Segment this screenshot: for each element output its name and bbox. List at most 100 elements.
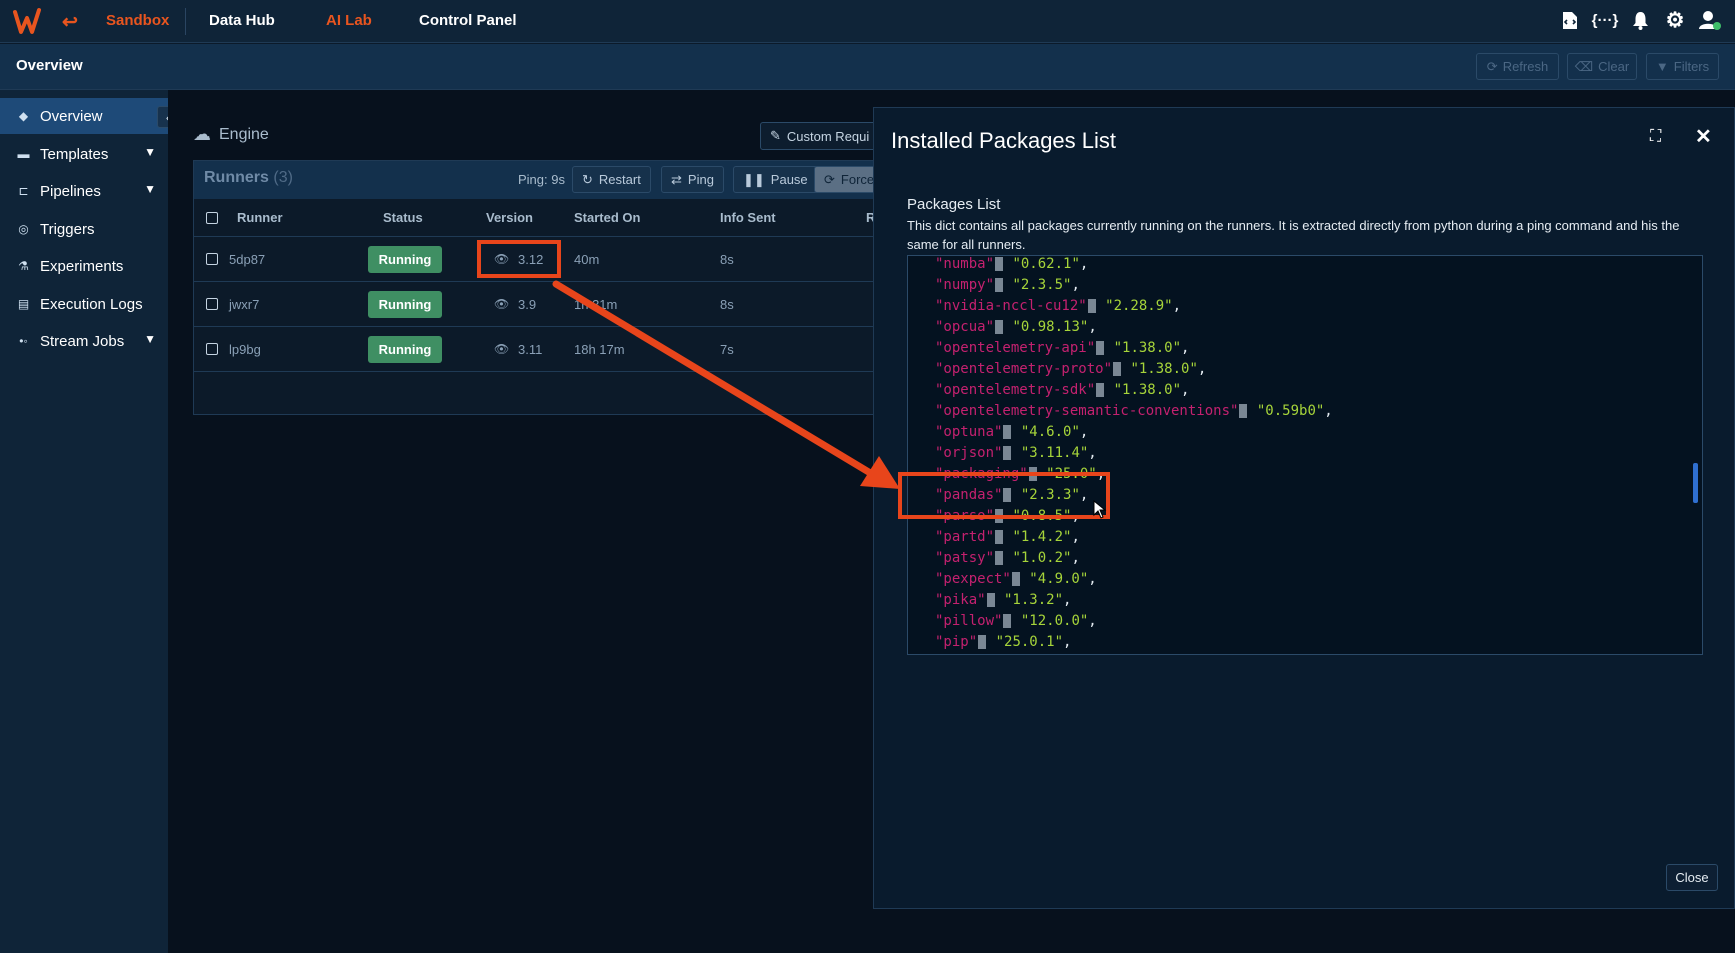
package-name: "orjson" [935,445,1003,461]
runner-id: 5dp87 [229,252,266,267]
package-line: "opentelemetry-proto" "1.38.0", [935,361,1207,377]
colon-separator [1003,425,1012,439]
package-name: "opentelemetry-proto" [935,361,1113,377]
templates-icon: ▬ [17,147,30,161]
back-icon[interactable]: ↩ [62,11,78,34]
app-logo[interactable] [12,6,44,36]
package-version: "1.38.0" [1105,340,1182,356]
colon-separator [995,320,1004,334]
filters-button[interactable]: ▼ Filters [1646,53,1719,80]
sidebar-item-stream-jobs[interactable]: •◦ Stream Jobs ▼ [0,323,168,359]
column-version[interactable]: Version [486,210,533,225]
custom-requirements-button[interactable]: ✎ Custom Requi [760,122,880,150]
package-version: "2.3.5" [1004,277,1072,293]
chevron-down-icon: ▼ [144,145,156,159]
restart-icon: ↻ [582,171,593,187]
package-name: "opentelemetry-api" [935,340,1096,356]
package-line: "opentelemetry-semantic-conventions" "0.… [935,403,1333,419]
fullscreen-icon[interactable]: ⛶ [1650,128,1661,146]
package-name: "optuna" [935,424,1003,440]
refresh-icon: ⟳ [1486,58,1498,74]
column-info-sent[interactable]: Info Sent [720,210,776,225]
eye-icon[interactable]: 👁 [494,297,509,311]
package-version: "0.62.1" [1004,256,1080,272]
package-line: "opentelemetry-api" "1.38.0", [935,340,1190,356]
select-all-checkbox[interactable] [206,212,218,224]
row-checkbox[interactable] [206,298,218,310]
package-name: "nvidia-nccl-cu12" [935,298,1087,314]
package-line: "patsy" "1.0.2", [935,550,1080,566]
close-icon[interactable]: ✕ [1695,124,1712,149]
status-badge: Running [368,336,442,363]
stream-icon: •◦ [19,334,28,348]
package-line: "numba" "0.62.1", [935,256,1089,272]
user-icon[interactable] [1699,9,1721,31]
scrollbar-thumb[interactable] [1693,463,1698,503]
sidebar-item-execution-logs[interactable]: ▤ Execution Logs [0,286,168,322]
engine-header: ☁ Engine [193,124,269,144]
colon-separator [995,278,1004,292]
info-sent: 8s [720,252,734,267]
package-version: "2.28.9" [1096,298,1173,314]
logs-icon: ▤ [17,297,30,311]
colon-separator [1113,362,1122,376]
chevron-down-icon: ▼ [144,182,156,196]
close-button[interactable]: Close [1666,864,1718,891]
ping-interval: Ping: 9s [518,172,565,187]
row-checkbox[interactable] [206,343,218,355]
ping-button[interactable]: ⇄ Ping [661,166,724,193]
sidebar-item-experiments[interactable]: ⚗ Experiments [0,248,168,284]
nav-data-hub[interactable]: Data Hub [209,12,275,29]
column-status[interactable]: Status [383,210,423,225]
pause-button[interactable]: ❚❚ Pause [733,166,818,193]
package-name: "numpy" [935,277,995,293]
refresh-button[interactable]: ⟳ Refresh [1476,53,1559,80]
restart-button[interactable]: ↻ Restart [572,166,651,193]
nav-ai-lab[interactable]: AI Lab [326,12,372,29]
sidebar-item-triggers[interactable]: ◎ Triggers [0,211,168,247]
sidebar-item-overview[interactable]: ◆ Overview [0,98,168,134]
package-line: "optuna" "4.6.0", [935,424,1089,440]
colon-separator [995,257,1004,271]
clear-button[interactable]: ⌫ Clear [1567,53,1637,80]
packages-label: Packages List [907,196,1001,213]
ping-icon: ⇄ [671,171,682,187]
sidebar: ◆ Overview ▬ Templates ▼ ⊏ Pipelines ▼ ◎… [0,90,168,953]
braces-icon[interactable]: {···} [1592,9,1619,31]
packages-json-viewer[interactable]: "numba" "0.62.1", "numpy" "2.3.5", "nvidia… [907,255,1703,655]
file-code-icon[interactable] [1559,9,1581,31]
sidebar-item-templates[interactable]: ▬ Templates ▼ [0,136,168,172]
version-value: 3.11 [518,342,543,357]
nav-sandbox[interactable]: Sandbox [106,12,169,29]
package-version: "4.9.0" [1020,571,1089,587]
eye-icon[interactable]: 👁 [494,342,509,356]
sync-icon: ⟳ [824,171,835,187]
table-row[interactable]: lp9bg Running 👁 3.11 18h 17m 7s [194,327,894,372]
runners-table-header: Runner Status Version Started On Info Se… [194,199,894,237]
page-title: Overview [16,57,83,74]
row-checkbox[interactable] [206,253,218,265]
info-sent: 8s [720,297,734,312]
nav-control-panel[interactable]: Control Panel [419,12,517,29]
package-name: "patsy" [935,550,995,566]
package-version: "1.38.0" [1105,382,1182,398]
broom-icon: ⌫ [1574,58,1594,74]
sidebar-item-pipelines[interactable]: ⊏ Pipelines ▼ [0,173,168,209]
package-line: "pip" "25.0.1", [935,634,1072,650]
colon-separator [978,635,987,649]
bell-icon[interactable] [1629,9,1651,31]
package-line: "nvidia-nccl-cu12" "2.28.9", [935,298,1182,314]
runner-id: lp9bg [229,342,261,357]
runner-id: jwxr7 [229,297,260,312]
gear-icon[interactable]: ⚙ [1664,9,1686,32]
package-name: "opentelemetry-sdk" [935,382,1096,398]
package-version: "0.59b0" [1248,403,1325,419]
colon-separator [995,530,1004,544]
column-started-on[interactable]: Started On [574,210,640,225]
column-runner[interactable]: Runner [237,210,283,225]
table-row[interactable]: jwxr7 Running 👁 3.9 1h 31m 8s [194,282,894,327]
runners-header: Runners (3) Ping: 9s ↻ Restart ⇄ Ping ❚❚ Pa… [194,161,894,199]
package-name: "numba" [935,256,995,272]
colon-separator [986,593,995,607]
triggers-icon: ◎ [18,222,29,236]
